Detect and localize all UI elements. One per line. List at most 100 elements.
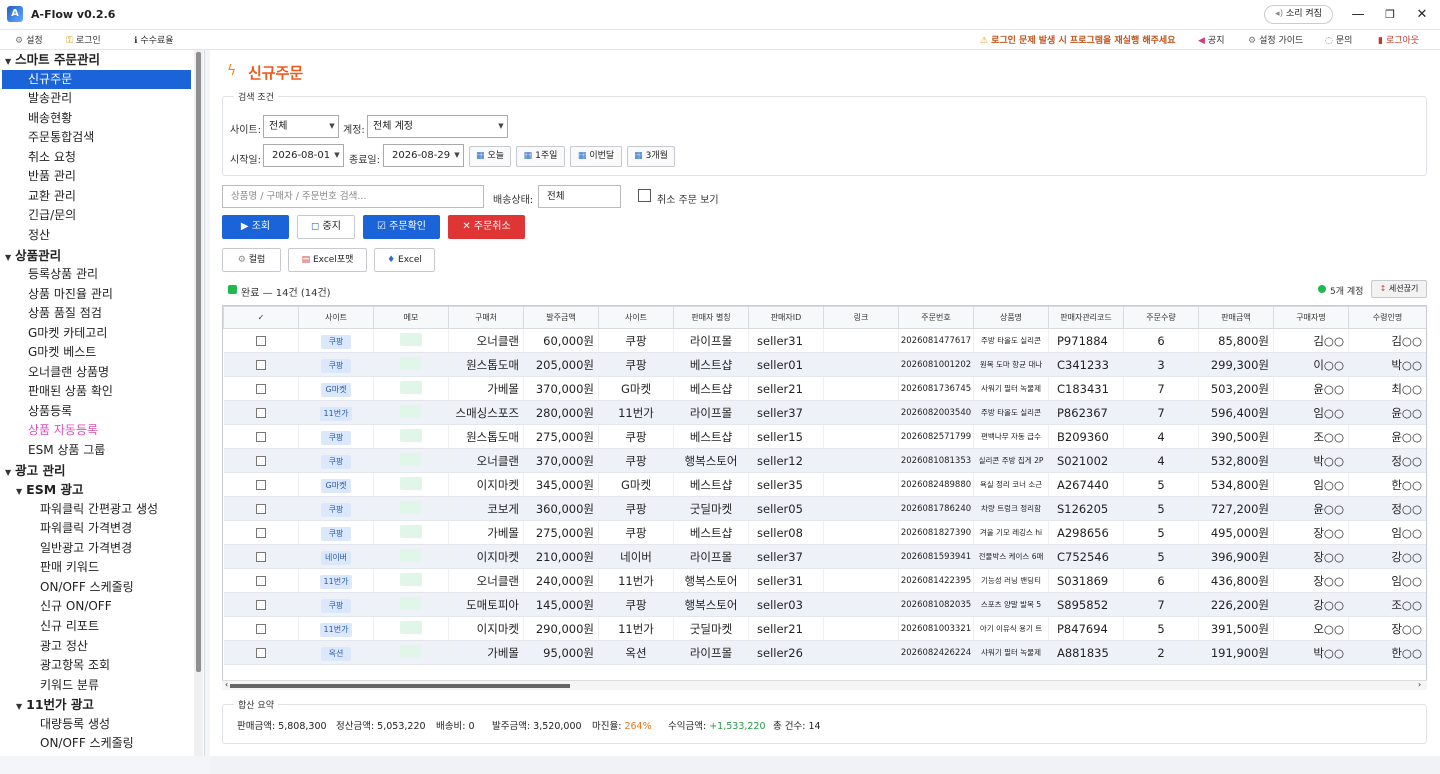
sidebar-scroll-thumb[interactable] bbox=[196, 52, 201, 672]
session-disconnect-button[interactable]: ↕ 세션끊기 bbox=[1371, 280, 1427, 298]
memo-field[interactable] bbox=[400, 428, 422, 442]
table-row[interactable]: 쿠팡 원스톱도매 275,000원 쿠팡 베스트샵 seller15 20260825717… bbox=[223, 424, 1426, 449]
sidebar-item[interactable]: 신규 ON/OFF bbox=[40, 597, 112, 616]
row-checkbox[interactable] bbox=[255, 528, 266, 538]
column-header[interactable]: 판매자관리코드 bbox=[1048, 306, 1124, 329]
sidebar-item[interactable]: 발송관리 bbox=[28, 89, 72, 108]
memo-cell[interactable] bbox=[373, 544, 449, 569]
row-select-cell[interactable] bbox=[223, 496, 299, 521]
row-checkbox[interactable] bbox=[255, 360, 266, 370]
menu-inquiry[interactable]: ◌ 문의 bbox=[1325, 33, 1352, 46]
link-cell[interactable] bbox=[823, 568, 899, 593]
sidebar-item[interactable]: 교환 관리 bbox=[28, 187, 76, 206]
sidebar-item[interactable]: ON/OFF 스케줄링 bbox=[40, 578, 134, 597]
memo-cell[interactable] bbox=[373, 352, 449, 377]
end-date-picker[interactable]: 2026-08-29 ▼ bbox=[383, 144, 464, 167]
sidebar-item[interactable]: 반품 관리 bbox=[28, 167, 76, 186]
table-row[interactable]: G마켓 가베몰 370,000원 G마켓 베스트샵 seller21 20260817367… bbox=[223, 376, 1426, 401]
row-checkbox[interactable] bbox=[255, 408, 266, 418]
memo-field[interactable] bbox=[400, 404, 422, 418]
sidebar-item[interactable]: ESM 상품 그룹 bbox=[28, 441, 105, 460]
sidebar-item[interactable]: 상품 마진율 관리 bbox=[28, 285, 113, 304]
cancel-view-checkbox[interactable] bbox=[638, 189, 651, 202]
scroll-left-icon[interactable]: ‹ bbox=[225, 680, 228, 689]
link-cell[interactable] bbox=[823, 520, 899, 545]
sidebar-category[interactable]: ▼ 스마트 주문관리 bbox=[5, 50, 100, 69]
column-header[interactable]: 메모 bbox=[373, 306, 449, 329]
column-header[interactable]: 수령인명 bbox=[1348, 306, 1426, 329]
memo-cell[interactable] bbox=[373, 520, 449, 545]
column-header[interactable]: 사이트 bbox=[598, 306, 674, 329]
memo-field[interactable] bbox=[400, 452, 422, 466]
memo-field[interactable] bbox=[400, 332, 422, 346]
column-header[interactable]: 상품명 bbox=[973, 306, 1049, 329]
column-header[interactable]: 판매자 별칭 bbox=[673, 306, 749, 329]
scroll-right-icon[interactable]: › bbox=[1418, 680, 1421, 689]
menu-settings-guide[interactable]: ⚙ 설정 가이드 bbox=[1248, 33, 1303, 46]
row-checkbox[interactable] bbox=[255, 600, 266, 610]
column-header[interactable]: 구매처 bbox=[448, 306, 524, 329]
table-row[interactable]: 쿠팡 원스톱도매 205,000원 쿠팡 베스트샵 seller01 20260810012… bbox=[223, 352, 1426, 377]
row-checkbox[interactable] bbox=[255, 336, 266, 346]
sound-toggle-button[interactable]: ◂) 소리 켜짐 bbox=[1264, 5, 1333, 24]
sidebar-item[interactable]: 키워드 분류 bbox=[40, 676, 99, 695]
memo-cell[interactable] bbox=[373, 448, 449, 473]
menu-login[interactable]: ⚿ 로그인 bbox=[66, 33, 101, 46]
query-button[interactable]: ▶ 조회 bbox=[222, 215, 289, 239]
table-row[interactable]: 11번가 이지마켓 290,000원 11번가 굿딜마켓 seller21 20260810… bbox=[223, 616, 1426, 641]
memo-cell[interactable] bbox=[373, 424, 449, 449]
sidebar-category[interactable]: ▼ 상품관리 bbox=[5, 246, 61, 265]
memo-cell[interactable] bbox=[373, 376, 449, 401]
column-header[interactable]: 발주금액 bbox=[523, 306, 599, 329]
table-row[interactable]: 옥션 가베몰 95,000원 옥션 라이프몰 seller26 2026082426224 샤… bbox=[223, 640, 1426, 665]
row-checkbox[interactable] bbox=[255, 552, 266, 562]
menu-fee-rate[interactable]: ℹ 수수료율 bbox=[134, 33, 174, 46]
row-select-cell[interactable] bbox=[223, 448, 299, 473]
column-header[interactable]: 사이트 bbox=[298, 306, 374, 329]
memo-cell[interactable] bbox=[373, 496, 449, 521]
link-cell[interactable] bbox=[823, 616, 899, 641]
row-select-cell[interactable] bbox=[223, 424, 299, 449]
sidebar-item[interactable]: 상품 자동등록 bbox=[28, 421, 98, 440]
menu-logout[interactable]: ▮ 로그아웃 bbox=[1378, 33, 1419, 46]
sidebar-item[interactable]: 광고항목 조회 bbox=[40, 656, 110, 675]
sidebar-item[interactable]: 배송현황 bbox=[28, 109, 72, 128]
link-cell[interactable] bbox=[823, 448, 899, 473]
grid-scroll-thumb[interactable] bbox=[230, 684, 570, 688]
table-row[interactable]: 쿠팡 도매토피아 145,000원 쿠팡 행복스토어 seller03 2026081082… bbox=[223, 592, 1426, 617]
stop-button[interactable]: ◻ 중지 bbox=[297, 215, 355, 239]
sidebar-category[interactable]: ▼ 광고 관리 bbox=[5, 461, 66, 480]
menu-notice[interactable]: ◀ 공지 bbox=[1198, 33, 1224, 46]
sidebar-item[interactable]: 파워클릭 가격변경 bbox=[40, 519, 132, 538]
link-cell[interactable] bbox=[823, 496, 899, 521]
table-row[interactable]: 쿠팡 가베몰 275,000원 쿠팡 베스트샵 seller08 2026081827390… bbox=[223, 520, 1426, 545]
start-date-picker[interactable]: 2026-08-01 ▼ bbox=[263, 144, 344, 167]
row-checkbox[interactable] bbox=[255, 384, 266, 394]
column-header[interactable]: 판매금액 bbox=[1198, 306, 1274, 329]
minimize-icon[interactable]: — bbox=[1349, 6, 1367, 24]
site-select[interactable]: 전체 ▼ bbox=[263, 115, 339, 138]
column-header[interactable]: 주문번호 bbox=[898, 306, 974, 329]
memo-cell[interactable] bbox=[373, 592, 449, 617]
excel-button[interactable]: ♦ Excel bbox=[374, 248, 435, 272]
memo-field[interactable] bbox=[400, 644, 422, 658]
memo-field[interactable] bbox=[400, 476, 422, 490]
sidebar-item[interactable]: 등록상품 관리 bbox=[28, 265, 98, 284]
row-select-cell[interactable] bbox=[223, 376, 299, 401]
columns-button[interactable]: ⚙ 컬럼 bbox=[222, 248, 281, 272]
sidebar-item[interactable]: 취소 요청 bbox=[28, 148, 76, 167]
sidebar-item[interactable]: G마켓 베스트 bbox=[28, 343, 96, 362]
link-cell[interactable] bbox=[823, 640, 899, 665]
row-select-cell[interactable] bbox=[223, 640, 299, 665]
sidebar-item[interactable]: 파워클릭 간편광고 생성 bbox=[40, 500, 158, 519]
link-cell[interactable] bbox=[823, 328, 899, 353]
memo-field[interactable] bbox=[400, 380, 422, 394]
sidebar-item[interactable]: 일반광고 가격변경 bbox=[40, 539, 132, 558]
row-select-cell[interactable] bbox=[223, 472, 299, 497]
row-checkbox[interactable] bbox=[255, 648, 266, 658]
row-select-cell[interactable] bbox=[223, 328, 299, 353]
sidebar-item[interactable]: 오너클랜 상품명 bbox=[28, 363, 109, 382]
table-row[interactable]: 쿠팡 오너클랜 370,000원 쿠팡 행복스토어 seller12 20260810813… bbox=[223, 448, 1426, 473]
row-checkbox[interactable] bbox=[255, 624, 266, 634]
memo-field[interactable] bbox=[400, 500, 422, 514]
